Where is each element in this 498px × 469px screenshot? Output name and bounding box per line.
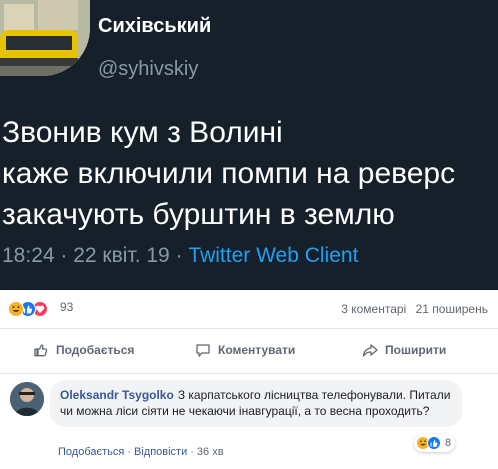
comment-icon <box>196 344 210 357</box>
comment-like-link[interactable]: Подобається <box>58 446 124 458</box>
tweet-meta: 18:24 · 22 квіт. 19 · Twitter Web Client <box>2 244 358 268</box>
comment-age[interactable]: 36 хв <box>197 446 224 458</box>
tweet-screenshot: Сихівський @syhivskiy Звонив кум з Волин… <box>0 0 498 290</box>
tweet-line: каже включили помпи на реверс <box>2 157 456 190</box>
share-button-label: Поширити <box>385 343 447 357</box>
tweet-timestamp: 18:24 · 22 квіт. 19 · <box>2 244 189 267</box>
tweet-client-link[interactable]: Twitter Web Client <box>188 244 358 267</box>
post-counters: 3 коментарі 21 поширень <box>341 302 488 316</box>
reaction-count[interactable]: 93 <box>60 300 73 314</box>
separator-dot: · <box>190 446 194 458</box>
tweet-line: закачують бурштин в землю <box>2 198 395 231</box>
comment-author[interactable]: Oleksandr Tsygolko <box>60 388 174 402</box>
comment-reactions[interactable]: 8 <box>414 434 456 452</box>
tram-avatar <box>0 0 90 76</box>
post-action-bar: Подобається Коментувати Поширити <box>0 329 498 374</box>
separator-dot: · <box>127 446 131 458</box>
comment-bubble: Oleksandr Tsygolko З карпатського лісницт… <box>50 380 462 427</box>
comment-button-label: Коментувати <box>218 343 296 357</box>
like-button[interactable]: Подобається <box>32 341 134 359</box>
comment-reply-link[interactable]: Відповісти <box>134 446 187 458</box>
tweet-line: Звонив кум з Волині <box>2 116 283 149</box>
comment-actions: Подобається · Відповісти · 36 хв <box>58 446 224 458</box>
shares-count[interactable]: 21 поширень <box>416 302 488 316</box>
tweet-text: Звонив кум з Волині каже включили помпи … <box>2 112 498 235</box>
like-button-label: Подобається <box>56 343 135 357</box>
haha-icon <box>8 301 24 317</box>
like-icon <box>427 436 441 450</box>
thumbs-up-icon <box>34 344 48 357</box>
comment-reaction-count: 8 <box>445 437 452 449</box>
comments-count[interactable]: 3 коментарі <box>341 302 406 316</box>
post-stats-bar: 3 коментарі 21 поширень <box>0 290 498 329</box>
share-icon <box>362 344 378 357</box>
tweet-author-name[interactable]: Сихівський <box>98 15 211 38</box>
tweet-author-handle[interactable]: @syhivskiy <box>98 58 198 81</box>
share-button[interactable]: Поширити <box>361 341 446 359</box>
commenter-avatar[interactable] <box>10 382 44 416</box>
comment-button[interactable]: Коментувати <box>194 341 295 359</box>
